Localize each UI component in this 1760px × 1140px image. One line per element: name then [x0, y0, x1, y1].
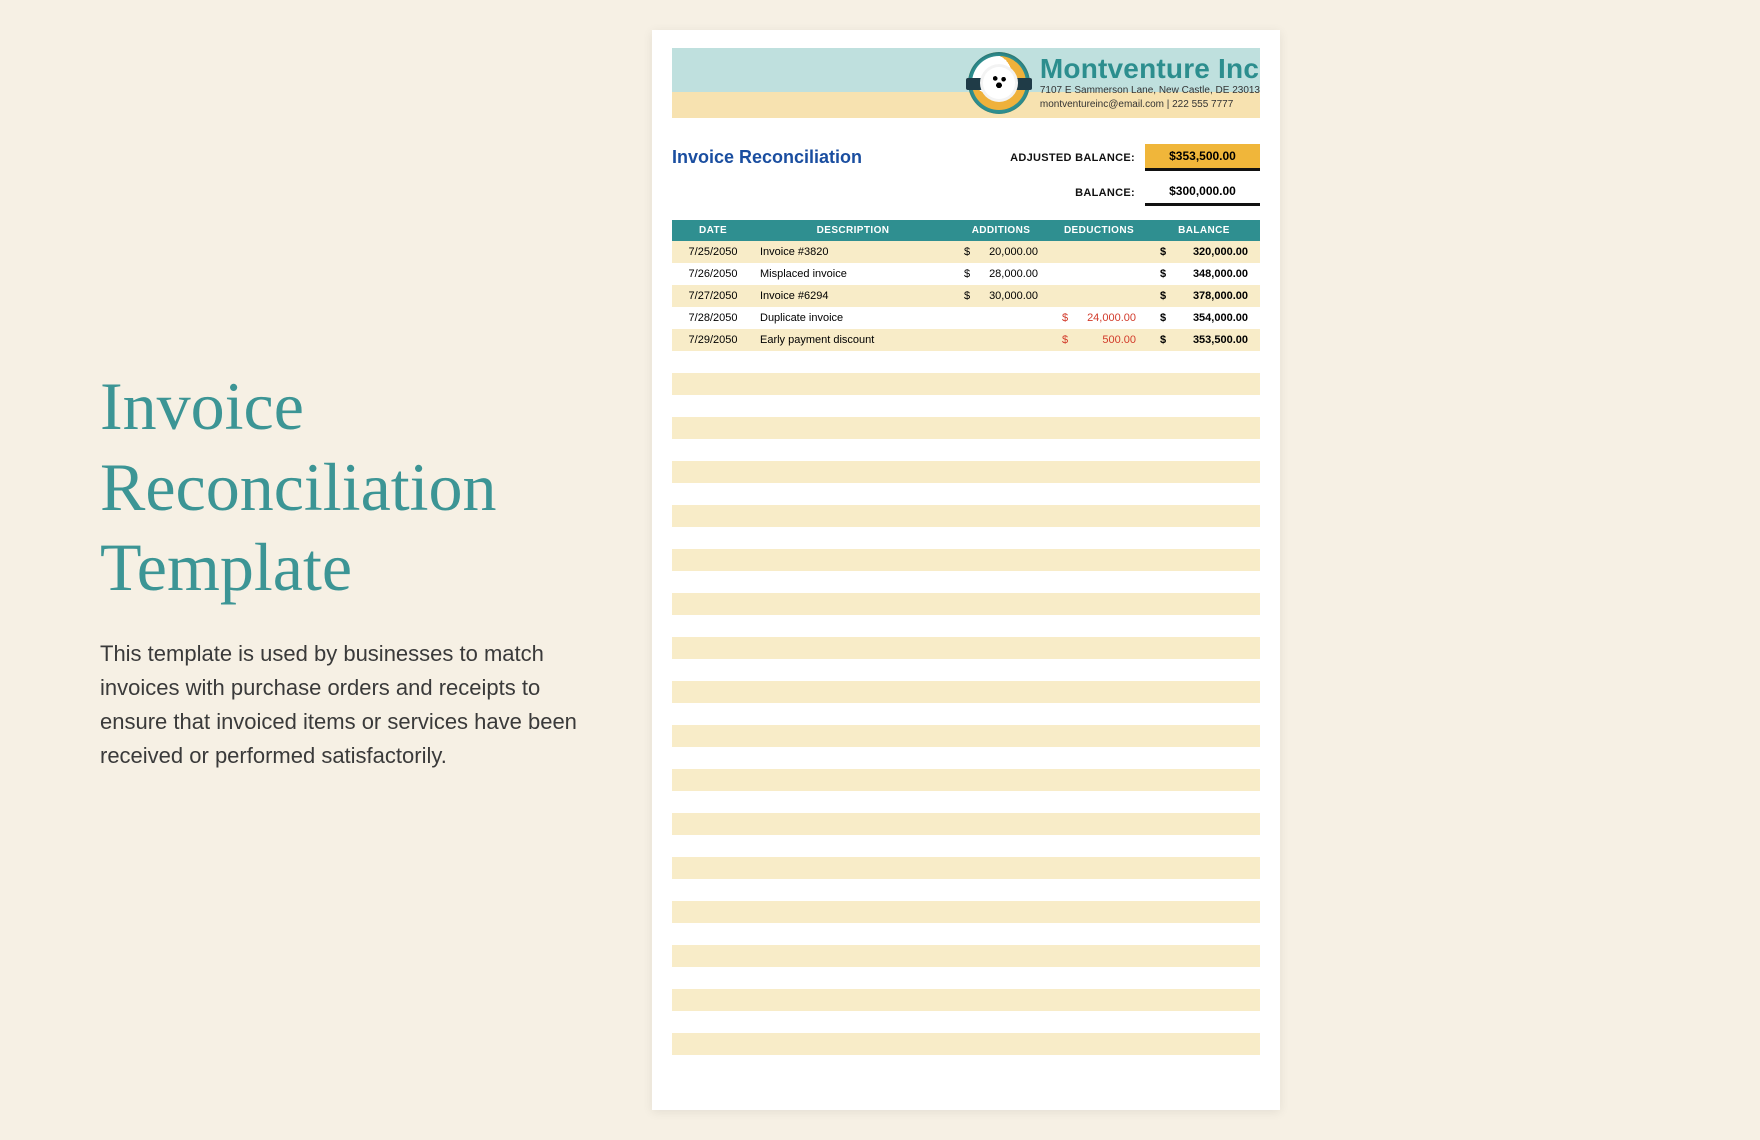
cell-date: 7/29/2050 — [672, 329, 754, 351]
col-balance: BALANCE — [1148, 220, 1260, 241]
adjusted-balance-label: ADJUSTED BALANCE: — [975, 152, 1145, 164]
company-logo-icon — [968, 52, 1030, 114]
table-row-empty — [672, 351, 1260, 373]
cell-date: 7/27/2050 — [672, 285, 754, 307]
cell-description: Invoice #3820 — [754, 241, 952, 263]
table-row-empty — [672, 439, 1260, 461]
table-row-empty — [672, 659, 1260, 681]
cell-description: Duplicate invoice — [754, 307, 952, 329]
page-title: Invoice Reconciliation Template — [100, 366, 580, 607]
table-row-empty — [672, 571, 1260, 593]
table-row-empty — [672, 857, 1260, 879]
adjusted-balance-value: $353,500.00 — [1145, 144, 1260, 171]
col-additions: ADDITIONS — [952, 220, 1050, 241]
table-row-empty — [672, 461, 1260, 483]
table-row-empty — [672, 901, 1260, 923]
reconciliation-table: DATE DESCRIPTION ADDITIONS DEDUCTIONS BA… — [672, 220, 1260, 1077]
cell-date: 7/28/2050 — [672, 307, 754, 329]
table-row-empty — [672, 923, 1260, 945]
summary-row-balance: BALANCE: $300,000.00 — [652, 179, 1280, 206]
table-row-empty — [672, 813, 1260, 835]
summary-row-adjusted: Invoice Reconciliation ADJUSTED BALANCE:… — [652, 144, 1280, 171]
table-row-empty — [672, 967, 1260, 989]
table-row-empty — [672, 505, 1260, 527]
table-row-empty — [672, 593, 1260, 615]
table-row: 7/25/2050 Invoice #3820 $20,000.00 $320,… — [672, 241, 1260, 263]
table-row-empty — [672, 1033, 1260, 1055]
table-row-empty — [672, 615, 1260, 637]
company-address: 7107 E Sammerson Lane, New Castle, DE 23… — [1040, 84, 1260, 98]
table-row-empty — [672, 681, 1260, 703]
table-row-empty — [672, 989, 1260, 1011]
table-row-empty — [672, 703, 1260, 725]
table-row-empty — [672, 395, 1260, 417]
table-row-empty — [672, 483, 1260, 505]
table-row-empty — [672, 549, 1260, 571]
table-row-empty — [672, 879, 1260, 901]
cell-description: Early payment discount — [754, 329, 952, 351]
page-description: This template is used by businesses to m… — [100, 637, 580, 773]
company-contact: montventureinc@email.com | 222 555 7777 — [1040, 98, 1260, 112]
document-preview: Montventure Inc 7107 E Sammerson Lane, N… — [652, 30, 1280, 1110]
table-row-empty — [672, 417, 1260, 439]
cell-date: 7/25/2050 — [672, 241, 754, 263]
document-title: Invoice Reconciliation — [672, 147, 975, 168]
table-row-empty — [672, 637, 1260, 659]
cell-description: Misplaced invoice — [754, 263, 952, 285]
table-row-empty — [672, 791, 1260, 813]
company-name: Montventure Inc — [1040, 54, 1260, 85]
col-description: DESCRIPTION — [754, 220, 952, 241]
cell-date: 7/26/2050 — [672, 263, 754, 285]
balance-value: $300,000.00 — [1145, 179, 1260, 206]
table-header: DATE DESCRIPTION ADDITIONS DEDUCTIONS BA… — [672, 220, 1260, 241]
left-panel: Invoice Reconciliation Template This tem… — [0, 366, 640, 773]
table-row-empty — [672, 527, 1260, 549]
table-row-empty — [672, 1011, 1260, 1033]
col-date: DATE — [672, 220, 754, 241]
table-row-empty — [672, 373, 1260, 395]
table-body: 7/25/2050 Invoice #3820 $20,000.00 $320,… — [672, 241, 1260, 1077]
table-row: 7/29/2050 Early payment discount $500.00… — [672, 329, 1260, 351]
cell-description: Invoice #6294 — [754, 285, 952, 307]
col-deductions: DEDUCTIONS — [1050, 220, 1148, 241]
company-block: Montventure Inc 7107 E Sammerson Lane, N… — [968, 48, 1260, 118]
table-row-empty — [672, 835, 1260, 857]
table-row-empty — [672, 769, 1260, 791]
table-row-empty — [672, 1055, 1260, 1077]
table-row-empty — [672, 747, 1260, 769]
table-row: 7/27/2050 Invoice #6294 $30,000.00 $378,… — [672, 285, 1260, 307]
table-row: 7/28/2050 Duplicate invoice $24,000.00 $… — [672, 307, 1260, 329]
balance-label: BALANCE: — [975, 187, 1145, 199]
table-row: 7/26/2050 Misplaced invoice $28,000.00 $… — [672, 263, 1260, 285]
table-row-empty — [672, 945, 1260, 967]
table-row-empty — [672, 725, 1260, 747]
